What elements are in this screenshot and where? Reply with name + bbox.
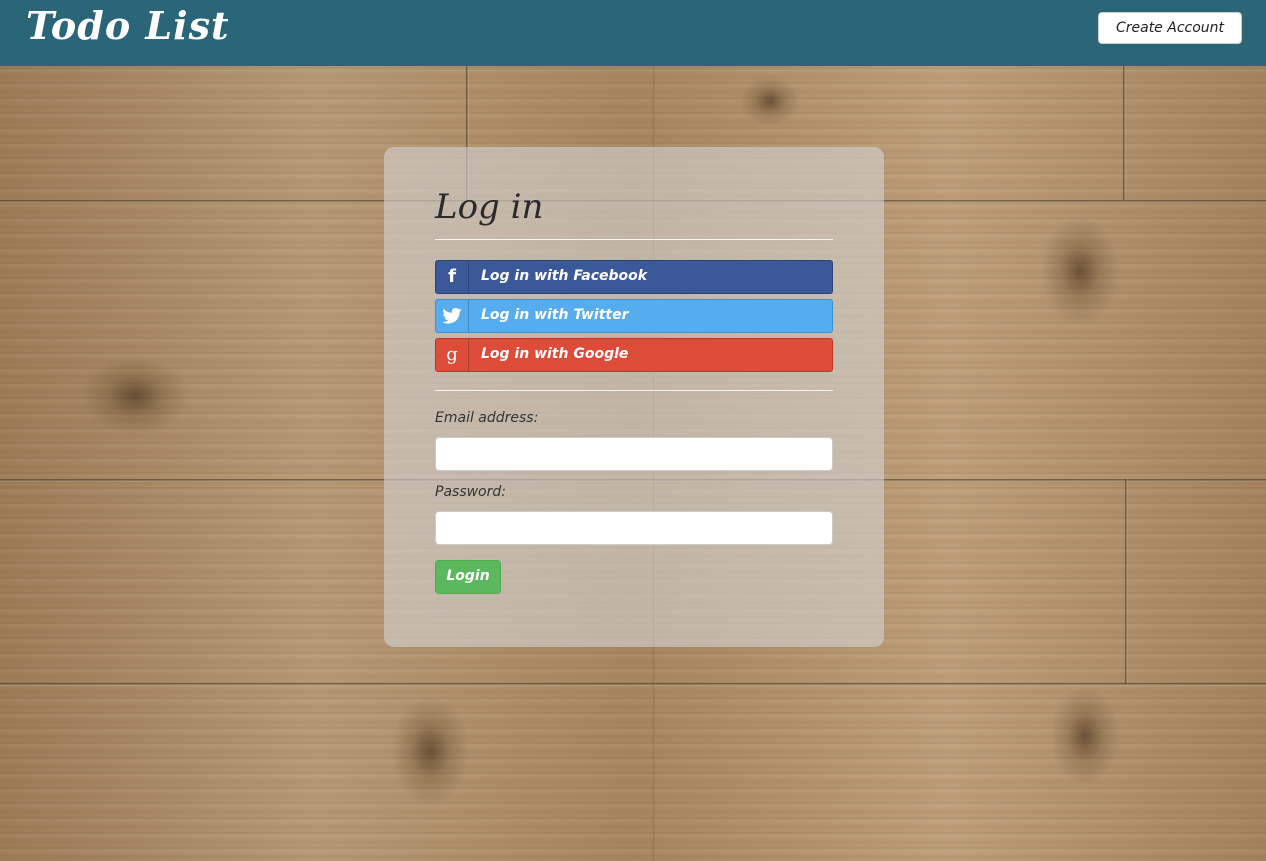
- plank-seam: [1123, 66, 1126, 200]
- facebook-login-label: Log in with Facebook: [481, 268, 648, 284]
- login-title: Log in: [435, 187, 544, 227]
- wood-knot: [740, 76, 800, 126]
- password-label: Password:: [435, 484, 506, 500]
- facebook-icon: f: [436, 261, 469, 293]
- plank-seam: [1125, 479, 1128, 683]
- divider: [435, 239, 833, 240]
- twitter-login-button[interactable]: Log in with Twitter: [435, 299, 833, 333]
- wood-knot: [1040, 216, 1120, 326]
- login-button[interactable]: Login: [435, 560, 501, 594]
- email-field[interactable]: [435, 437, 833, 471]
- login-card: Log in f Log in with Facebook Log in wit…: [384, 147, 884, 647]
- twitter-icon: [436, 300, 469, 332]
- wood-knot: [390, 696, 470, 806]
- twitter-login-label: Log in with Twitter: [481, 307, 629, 323]
- create-account-button[interactable]: Create Account: [1098, 12, 1242, 44]
- email-label: Email address:: [435, 410, 539, 426]
- divider: [435, 390, 833, 391]
- facebook-login-button[interactable]: f Log in with Facebook: [435, 260, 833, 294]
- google-login-button[interactable]: g Log in with Google: [435, 338, 833, 372]
- navbar: Todo List Create Account: [0, 0, 1266, 66]
- google-login-label: Log in with Google: [481, 346, 629, 362]
- plank-seam: [0, 683, 1266, 686]
- wood-knot: [80, 356, 190, 436]
- password-field[interactable]: [435, 511, 833, 545]
- wood-knot: [1050, 686, 1120, 786]
- google-icon: g: [436, 339, 469, 371]
- brand-title[interactable]: Todo List: [26, 3, 230, 48]
